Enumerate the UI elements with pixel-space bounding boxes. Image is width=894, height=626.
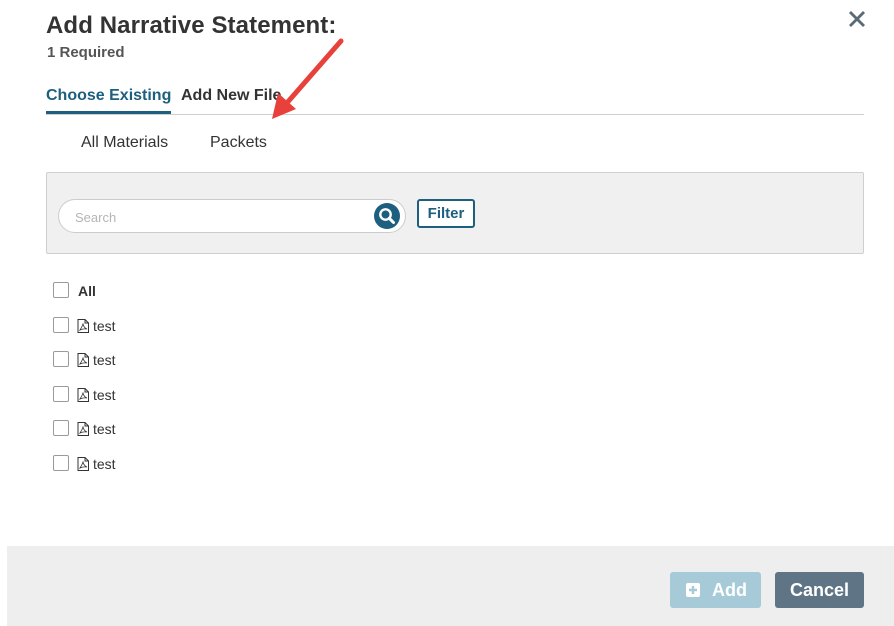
subtab-all-materials[interactable]: All Materials <box>81 134 168 152</box>
cancel-button[interactable]: Cancel <box>775 572 864 608</box>
pdf-icon <box>77 422 89 436</box>
required-count: 1 Required <box>47 44 125 61</box>
search-box <box>58 199 406 233</box>
item-name[interactable]: test <box>93 318 116 334</box>
select-all-label: All <box>78 283 96 299</box>
item-checkbox[interactable] <box>53 386 69 402</box>
list-item: test <box>52 316 352 336</box>
list-item: test <box>52 350 352 370</box>
item-name[interactable]: test <box>93 387 116 403</box>
pdf-icon <box>77 353 89 367</box>
tab-choose-existing[interactable]: Choose Existing <box>46 86 172 114</box>
item-checkbox[interactable] <box>53 317 69 333</box>
subtab-packets[interactable]: Packets <box>210 134 267 152</box>
item-name[interactable]: test <box>93 352 116 368</box>
search-panel: Filter <box>46 172 864 254</box>
dialog-footer: Add Cancel <box>7 546 894 626</box>
search-icon <box>379 208 395 224</box>
close-icon <box>849 11 865 27</box>
item-name[interactable]: test <box>93 456 116 472</box>
dialog-title: Add Narrative Statement: <box>46 12 337 39</box>
search-button[interactable] <box>374 203 400 229</box>
list-item: test <box>52 454 352 474</box>
tab-bar: Choose Existing Add New File <box>46 86 864 115</box>
item-checkbox[interactable] <box>53 455 69 471</box>
pdf-icon <box>77 319 89 333</box>
tab-add-new-file[interactable]: Add New File <box>181 86 281 113</box>
item-name[interactable]: test <box>93 421 116 437</box>
search-input[interactable] <box>73 206 367 228</box>
filter-button[interactable]: Filter <box>417 199 475 228</box>
list-item: test <box>52 385 352 405</box>
select-all-checkbox[interactable] <box>53 282 69 298</box>
add-narrative-dialog: Add Narrative Statement: 1 Required Choo… <box>0 0 894 626</box>
pdf-icon <box>77 457 89 471</box>
list-item: test <box>52 419 352 439</box>
pdf-icon <box>77 388 89 402</box>
select-all-row: All <box>52 281 352 301</box>
item-checkbox[interactable] <box>53 420 69 436</box>
close-button[interactable] <box>844 6 870 32</box>
add-button[interactable]: Add <box>670 572 761 608</box>
plus-square-icon <box>686 583 700 597</box>
item-checkbox[interactable] <box>53 351 69 367</box>
add-button-label: Add <box>712 580 747 600</box>
